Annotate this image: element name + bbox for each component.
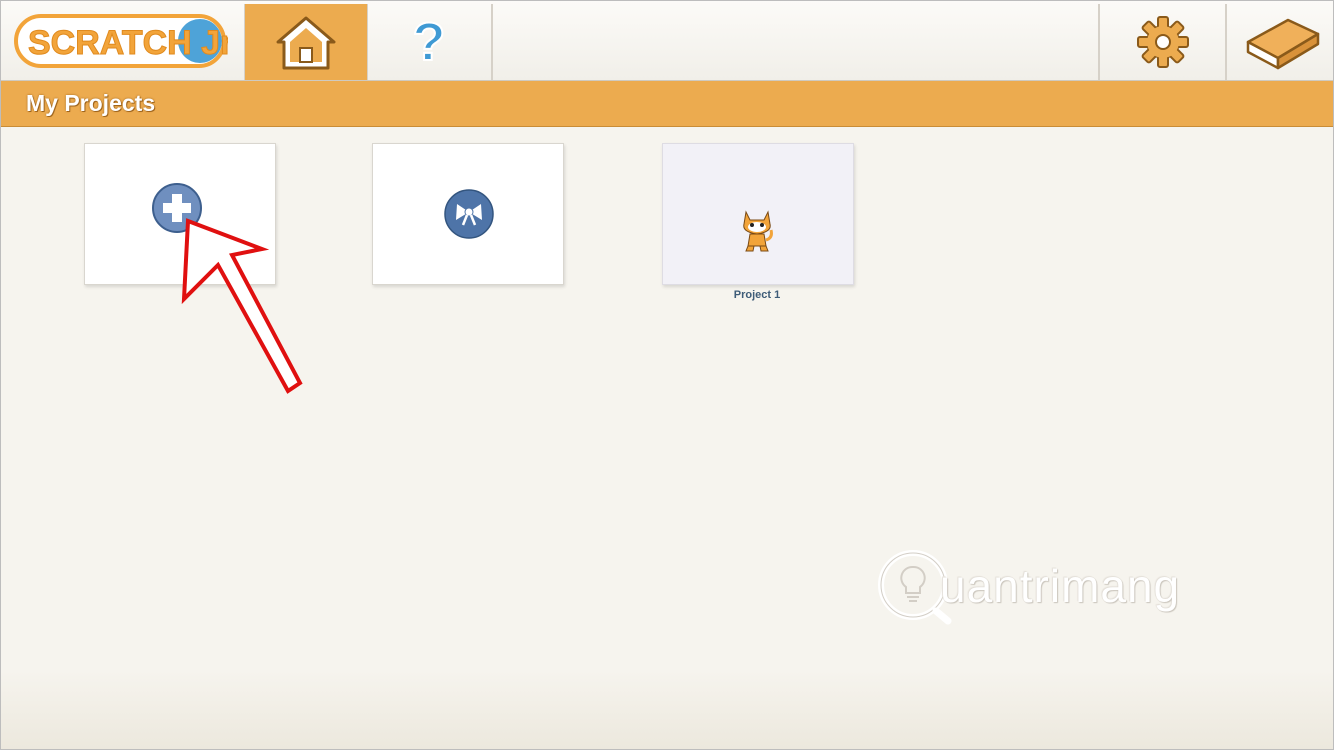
cat-sprite-icon xyxy=(743,210,773,252)
scratchjr-logo: SCRATCH Jr xyxy=(14,10,234,72)
question-mark-icon: ? xyxy=(412,14,447,70)
project-name-label: Project 1 xyxy=(733,289,781,301)
sample-projects-card[interactable] xyxy=(372,143,564,285)
settings-button[interactable] xyxy=(1098,4,1226,80)
page-title: My Projects xyxy=(26,90,156,116)
tab-help[interactable]: ? xyxy=(367,4,493,80)
project-card[interactable] xyxy=(662,143,854,285)
bottom-shadow xyxy=(0,670,1334,750)
top-toolbar: SCRATCH Jr ? xyxy=(0,0,1334,81)
watermark: uantrimang xyxy=(876,545,1220,631)
svg-text:?: ? xyxy=(413,14,446,70)
tab-home[interactable] xyxy=(244,4,368,80)
section-header: My Projects xyxy=(0,81,1334,127)
book-button[interactable] xyxy=(1225,4,1334,80)
book-icon xyxy=(1246,18,1319,70)
gear-icon xyxy=(1137,16,1189,68)
logo-text: SCRATCH Jr xyxy=(28,24,228,62)
watermark-text: uantrimang xyxy=(940,560,1181,612)
house-icon xyxy=(276,16,336,70)
annotation-arrow xyxy=(181,218,303,394)
bow-icon xyxy=(444,189,494,239)
